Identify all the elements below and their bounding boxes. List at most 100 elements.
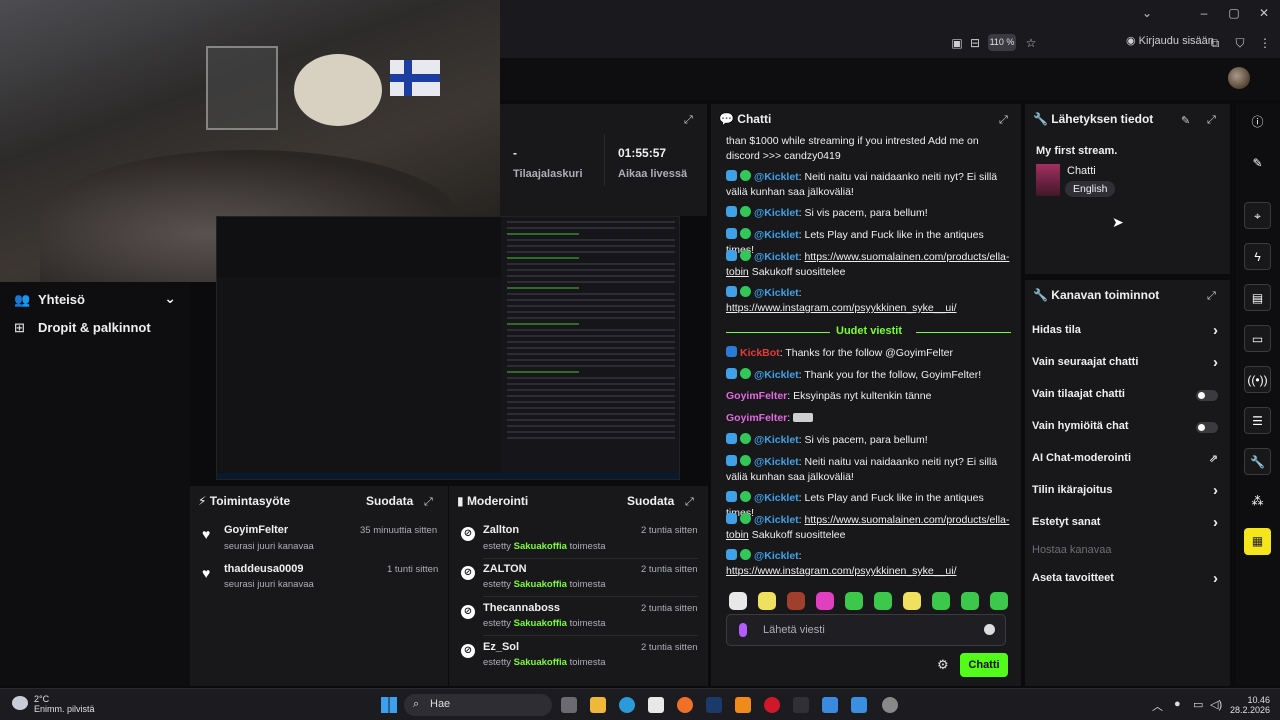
chat-input[interactable]: Lähetä viesti xyxy=(726,614,1006,646)
emote-icon[interactable] xyxy=(903,592,921,610)
login-button[interactable]: ◉ Kirjaudu sisään xyxy=(1126,34,1214,52)
info-icon[interactable]: ⓘ xyxy=(1244,109,1271,136)
emoji-icon[interactable] xyxy=(984,624,995,635)
popout-icon[interactable]: ⤢ xyxy=(999,114,1008,127)
taskbar-search[interactable]: ⌕ Hae xyxy=(404,694,552,716)
banned-user[interactable]: Zallton xyxy=(483,524,519,536)
chat-username[interactable]: @Kicklet xyxy=(754,171,799,183)
extensions-icon[interactable]: ⧉ xyxy=(1208,36,1222,50)
chat-username[interactable]: @Kicklet xyxy=(754,456,799,468)
tray-chevron-icon[interactable]: ︿ xyxy=(1152,698,1163,714)
emote-icon[interactable] xyxy=(845,592,863,610)
share-icon[interactable]: ⁂ xyxy=(1244,488,1271,515)
steam-icon[interactable] xyxy=(706,697,722,713)
terminal-icon[interactable] xyxy=(793,697,809,713)
task-view-icon[interactable] xyxy=(561,697,577,713)
store-icon[interactable] xyxy=(648,697,664,713)
chevron-down-icon[interactable]: ⌄ xyxy=(1133,6,1161,24)
emote-icon[interactable] xyxy=(961,592,979,610)
broadcast-icon[interactable]: ((•)) xyxy=(1244,366,1271,393)
network-icon[interactable]: ▭ xyxy=(1193,698,1203,711)
edge-icon[interactable] xyxy=(619,697,635,713)
chat-icon[interactable]: ▭ xyxy=(1244,325,1271,352)
chat-username[interactable]: @Kicklet xyxy=(754,550,799,562)
moderation-filter-button[interactable]: Suodata xyxy=(627,494,674,508)
mic-icon[interactable] xyxy=(739,623,747,637)
emote-icon[interactable] xyxy=(816,592,834,610)
mic-icon[interactable]: ● xyxy=(1174,698,1181,710)
blocked-words-row[interactable]: Estetyt sanat › xyxy=(1032,514,1222,532)
chat-link[interactable]: https://www.instagram.com/psyykkinen_syk… xyxy=(726,565,957,577)
sidebar-item-community[interactable]: 👥 Yhteisö ⌄ xyxy=(14,290,176,308)
slow-mode-row[interactable]: Hidas tila › xyxy=(1032,322,1222,340)
emote-icon[interactable] xyxy=(990,592,1008,610)
pencil-icon[interactable]: ✎ xyxy=(1244,150,1271,177)
set-goals-row[interactable]: Aseta tavoitteet › xyxy=(1032,570,1222,588)
banned-user[interactable]: Ez_Sol xyxy=(483,641,519,653)
chat-link[interactable]: https://www.instagram.com/psyykkinen_syk… xyxy=(726,302,957,314)
emotes-only-toggle[interactable] xyxy=(1196,422,1218,433)
shield-icon[interactable]: ⛉ xyxy=(1233,36,1247,50)
maximize-button[interactable]: ▢ xyxy=(1220,6,1248,24)
activity-user[interactable]: GoyimFelter xyxy=(224,524,288,536)
popout-icon[interactable]: ⤢ xyxy=(1207,114,1216,127)
edit-icon[interactable]: ✎ xyxy=(1181,114,1190,127)
document-icon[interactable]: ▤ xyxy=(1244,284,1271,311)
emote-icon[interactable] xyxy=(787,592,805,610)
start-icon[interactable] xyxy=(381,697,397,713)
send-chat-button[interactable]: Chatti xyxy=(960,653,1008,677)
app-icon[interactable] xyxy=(822,697,838,713)
obs-icon[interactable] xyxy=(882,697,898,713)
age-restriction-row[interactable]: Tilin ikärajoitus › xyxy=(1032,482,1222,500)
chat-username[interactable]: KickBot xyxy=(740,347,780,359)
wrench-icon[interactable]: 🔧 xyxy=(1244,448,1271,475)
menu-icon[interactable]: ⋮ xyxy=(1258,36,1272,50)
chat-username[interactable]: @Kicklet xyxy=(754,434,799,446)
clapperboard-icon[interactable]: ▦ xyxy=(1244,528,1271,555)
close-button[interactable]: ✕ xyxy=(1250,6,1278,24)
emote-icon[interactable] xyxy=(874,592,892,610)
file-explorer-icon[interactable] xyxy=(590,697,606,713)
minimize-button[interactable]: – xyxy=(1190,6,1218,24)
followers-only-row[interactable]: Vain seuraajat chatti › xyxy=(1032,354,1222,372)
chat-username[interactable]: @Kicklet xyxy=(754,207,799,219)
subscribers-only-toggle[interactable] xyxy=(1196,390,1218,401)
ai-moderation-row[interactable]: AI Chat-moderointi ⇗ xyxy=(1032,452,1222,468)
chat-username[interactable]: @Kicklet xyxy=(754,492,799,504)
picture-icon[interactable]: ▣ xyxy=(950,36,964,50)
chat-username[interactable]: @Kicklet xyxy=(754,251,799,263)
sidebar-item-drops[interactable]: ⊞ Dropit & palkinnot xyxy=(14,320,151,336)
chevron-down-icon[interactable]: ⌄ xyxy=(164,290,176,307)
popout-icon[interactable]: ⤢ xyxy=(424,496,433,509)
notepad-icon[interactable] xyxy=(851,697,867,713)
activity-filter-button[interactable]: Suodata xyxy=(366,494,413,508)
weather-icon[interactable] xyxy=(12,696,28,710)
chat-username[interactable]: @Kicklet xyxy=(754,514,799,526)
capture-icon[interactable]: ⌖ xyxy=(1244,202,1271,229)
emote-icon[interactable] xyxy=(932,592,950,610)
chat-username[interactable]: @Kicklet xyxy=(754,229,799,241)
emote-icon[interactable] xyxy=(729,592,747,610)
firefox-icon[interactable] xyxy=(677,697,693,713)
layout-icon[interactable]: ☰ xyxy=(1244,407,1271,434)
lightning-icon[interactable]: ϟ xyxy=(1244,243,1271,270)
banned-user[interactable]: Thecannaboss xyxy=(483,602,560,614)
banned-user[interactable]: ZALTON xyxy=(483,563,527,575)
activity-user[interactable]: thaddeusa0009 xyxy=(224,563,303,575)
popout-icon[interactable]: ⤢ xyxy=(1207,290,1216,303)
opera-icon[interactable] xyxy=(764,697,780,713)
system-clock[interactable]: 10.46 28.2.2026 xyxy=(1226,695,1270,715)
emote-icon[interactable] xyxy=(758,592,776,610)
chat-username[interactable]: GoyimFelter xyxy=(726,390,787,402)
category-name[interactable]: Chatti xyxy=(1067,165,1096,177)
popout-icon[interactable]: ⤢ xyxy=(685,496,694,509)
save-page-icon[interactable]: ⊟ xyxy=(968,36,982,50)
vlc-icon[interactable] xyxy=(735,697,751,713)
gear-icon[interactable]: ⚙ xyxy=(937,657,949,673)
chat-username[interactable]: GoyimFelter xyxy=(726,412,787,424)
zoom-indicator[interactable]: 110 % xyxy=(988,34,1016,51)
bookmark-star-icon[interactable]: ☆ xyxy=(1024,36,1038,50)
weather-widget[interactable]: 2°C Enimm. pilvistä xyxy=(34,694,95,714)
popout-icon[interactable]: ⤢ xyxy=(684,114,693,127)
chat-username[interactable]: @Kicklet xyxy=(754,369,799,381)
